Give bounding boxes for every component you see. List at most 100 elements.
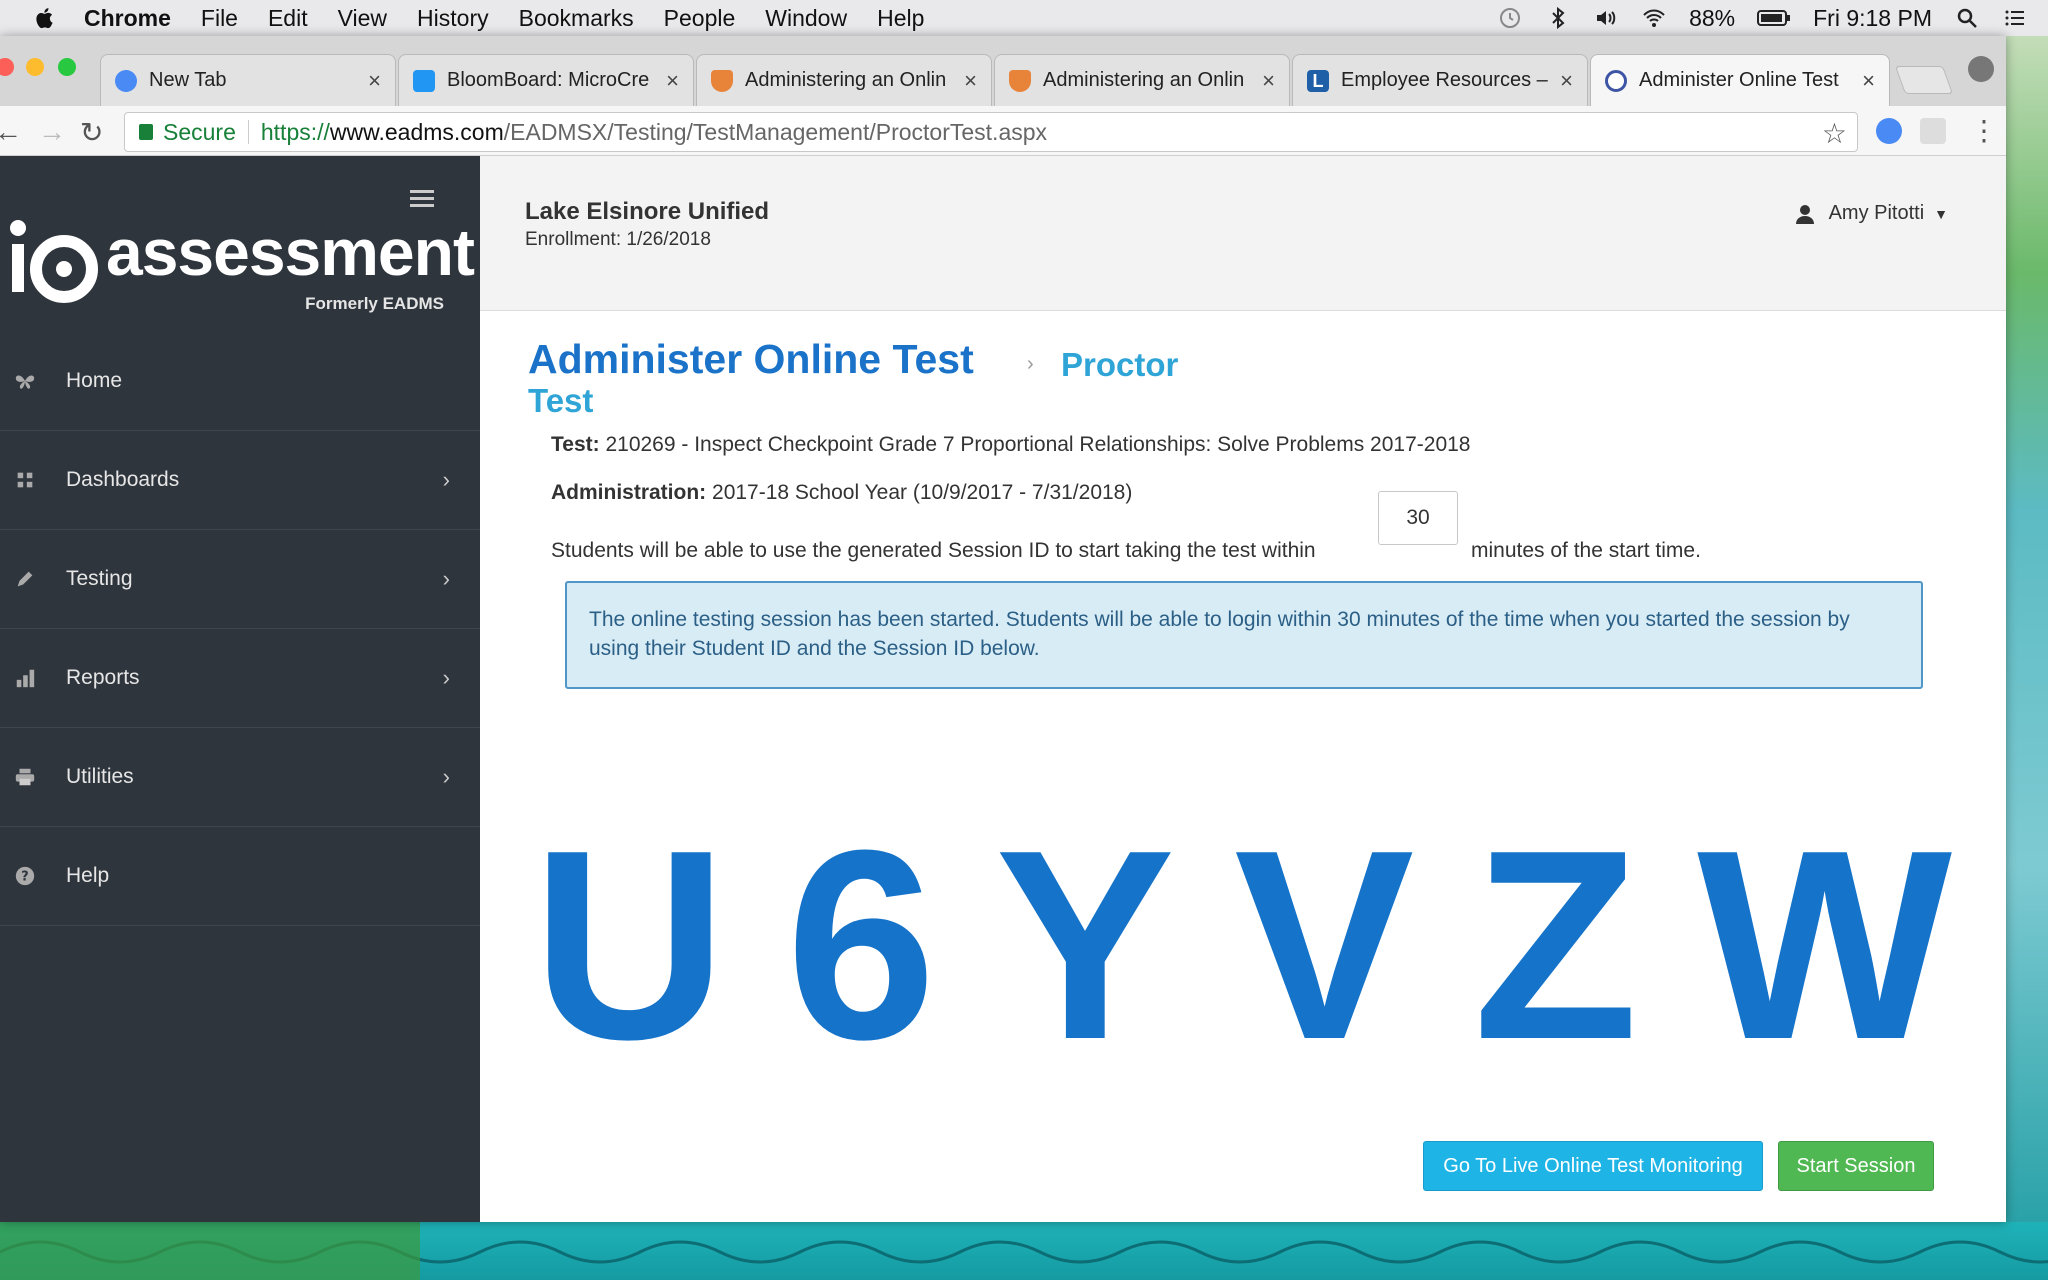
browser-toolbar: ← → ↻ Secure https:// www.eadms.com /EAD… [0, 106, 2006, 156]
district-name: Lake Elsinore Unified [525, 198, 770, 225]
sidebar-item-dashboards[interactable]: Dashboards › [0, 430, 480, 530]
tab-close-icon[interactable]: × [1560, 68, 1573, 94]
tab-title: Administering an Onlin [745, 69, 947, 91]
minutes-suffix-text: minutes of the start time. [1471, 539, 1701, 562]
zoom-window-button[interactable] [58, 58, 76, 76]
sidebar-item-utilities[interactable]: Utilities › [0, 727, 480, 827]
menu-view[interactable]: View [338, 5, 387, 32]
tab-administer-online-test[interactable]: Administer Online Test × [1590, 54, 1890, 106]
tab-close-icon[interactable]: × [666, 68, 679, 94]
minutes-input[interactable] [1378, 491, 1458, 545]
session-id-char: Y [995, 795, 1176, 1096]
browser-window: New Tab × BloomBoard: MicroCre × Adminis… [0, 36, 2006, 1222]
sidebar-item-testing[interactable]: Testing › [0, 529, 480, 629]
battery-icon[interactable] [1757, 6, 1791, 30]
tab-bloomboard[interactable]: BloomBoard: MicroCre × [398, 54, 694, 106]
tab-close-icon[interactable]: × [368, 68, 381, 94]
session-id-char: W [1697, 795, 1952, 1096]
tab-administering-2[interactable]: Administering an Onlin × [994, 54, 1290, 106]
page-title: Administer Online Test [528, 336, 974, 382]
breadcrumb-test: Test [528, 382, 594, 419]
test-label: Test: [551, 433, 600, 456]
menu-history[interactable]: History [417, 5, 489, 32]
tab-title: BloomBoard: MicroCre [447, 69, 650, 91]
tab-close-icon[interactable]: × [1262, 68, 1275, 94]
tab-title: Administering an Onlin [1043, 69, 1245, 91]
breadcrumb-chevron-icon: › [1027, 353, 1034, 375]
sidebar-item-home[interactable]: Home [0, 331, 480, 431]
minutes-prefix-text: Students will be able to use the generat… [551, 539, 1316, 562]
wifi-icon[interactable] [1641, 6, 1667, 30]
sidebar-item-label: Utilities [66, 764, 134, 788]
url-scheme: https:// [260, 118, 330, 145]
user-name: Amy Pitotti [1828, 202, 1925, 224]
bar-chart-icon [16, 669, 35, 687]
menubar-clock[interactable]: Fri 9:18 PM [1813, 5, 1932, 32]
profile-icon[interactable] [1968, 56, 1994, 82]
sidebar-item-reports[interactable]: Reports › [0, 628, 480, 728]
address-bar[interactable]: Secure https:// www.eadms.com /EADMSX/Te… [124, 112, 1858, 152]
live-monitoring-button[interactable]: Go To Live Online Test Monitoring [1423, 1141, 1763, 1191]
chrome-menu-icon[interactable]: ⋮ [1970, 114, 1998, 147]
menu-app-name[interactable]: Chrome [84, 5, 171, 32]
forward-arrow-icon[interactable]: → [38, 116, 66, 148]
minimize-window-button[interactable] [26, 58, 44, 76]
breadcrumb-proctor: Proctor [1061, 346, 1179, 383]
printer-icon [15, 768, 35, 785]
shield-icon [1009, 69, 1031, 92]
extension-shield-icon[interactable] [1920, 118, 1946, 144]
macos-menubar: Chrome File Edit View History Bookmarks … [0, 0, 2048, 36]
io-logo-mark-icon [10, 220, 98, 303]
session-id-char: 6 [785, 795, 937, 1096]
user-icon [1795, 204, 1814, 224]
session-started-alert: The online testing session has been star… [565, 581, 1923, 689]
menu-people[interactable]: People [664, 5, 736, 32]
caret-down-icon: ▼ [1934, 205, 1948, 222]
url-host: www.eadms.com [329, 118, 504, 145]
extension-search-icon[interactable] [1876, 118, 1902, 144]
administration-label: Administration: [551, 481, 707, 504]
menu-edit[interactable]: Edit [268, 5, 308, 32]
user-menu[interactable]: Amy Pitotti ▼ [1795, 202, 1948, 225]
time-machine-icon[interactable] [1497, 6, 1523, 30]
spotlight-search-icon[interactable] [1954, 6, 1980, 30]
sidebar-item-help[interactable]: ? Help [0, 826, 480, 926]
hamburger-menu-icon[interactable] [410, 190, 434, 208]
desktop-wave-decoration [0, 1222, 2048, 1280]
tab-new-tab[interactable]: New Tab × [100, 54, 396, 106]
menu-help[interactable]: Help [877, 5, 924, 32]
dashboard-grid-icon [17, 472, 33, 487]
session-id-char: Z [1473, 795, 1639, 1096]
session-id-char: V [1234, 795, 1415, 1096]
tab-administering-1[interactable]: Administering an Onlin × [696, 54, 992, 106]
tab-employee-resources[interactable]: L Employee Resources – × [1292, 54, 1588, 106]
apple-icon[interactable] [32, 5, 58, 31]
desktop-background-bottom [0, 1222, 2048, 1280]
tab-close-icon[interactable]: × [964, 68, 977, 94]
tab-close-icon[interactable]: × [1862, 68, 1875, 94]
shield-icon [711, 69, 733, 92]
io-assessment-logo[interactable]: assessment Formerly EADMS [6, 214, 475, 324]
close-window-button[interactable] [0, 58, 14, 76]
notification-center-icon[interactable] [2002, 6, 2028, 30]
reload-icon[interactable]: ↻ [80, 116, 103, 149]
bookmark-star-icon[interactable]: ☆ [1822, 117, 1847, 150]
bluetooth-icon[interactable] [1545, 6, 1571, 30]
back-arrow-icon[interactable]: ← [0, 116, 22, 148]
new-tab-button[interactable] [1894, 66, 1954, 94]
volume-icon[interactable] [1593, 6, 1619, 30]
sidebar: assessment Formerly EADMS Home Dashboard… [0, 156, 480, 1222]
menu-window[interactable]: Window [765, 5, 847, 32]
menu-file[interactable]: File [201, 5, 238, 32]
logo-brand-text: assessment [106, 215, 475, 289]
web-page: assessment Formerly EADMS Home Dashboard… [0, 156, 2006, 1222]
start-session-button[interactable]: Start Session [1778, 1141, 1934, 1191]
lock-icon [139, 124, 153, 140]
url-path: /EADMSX/Testing/TestManagement/ProctorTe… [503, 118, 1048, 145]
secure-label: Secure [163, 118, 236, 145]
menu-bookmarks[interactable]: Bookmarks [519, 5, 634, 32]
question-circle-icon: ? [15, 866, 35, 885]
desktop-background-right [2006, 36, 2048, 1222]
tab-title: Administer Online Test [1639, 69, 1839, 91]
search-icon [115, 69, 137, 92]
